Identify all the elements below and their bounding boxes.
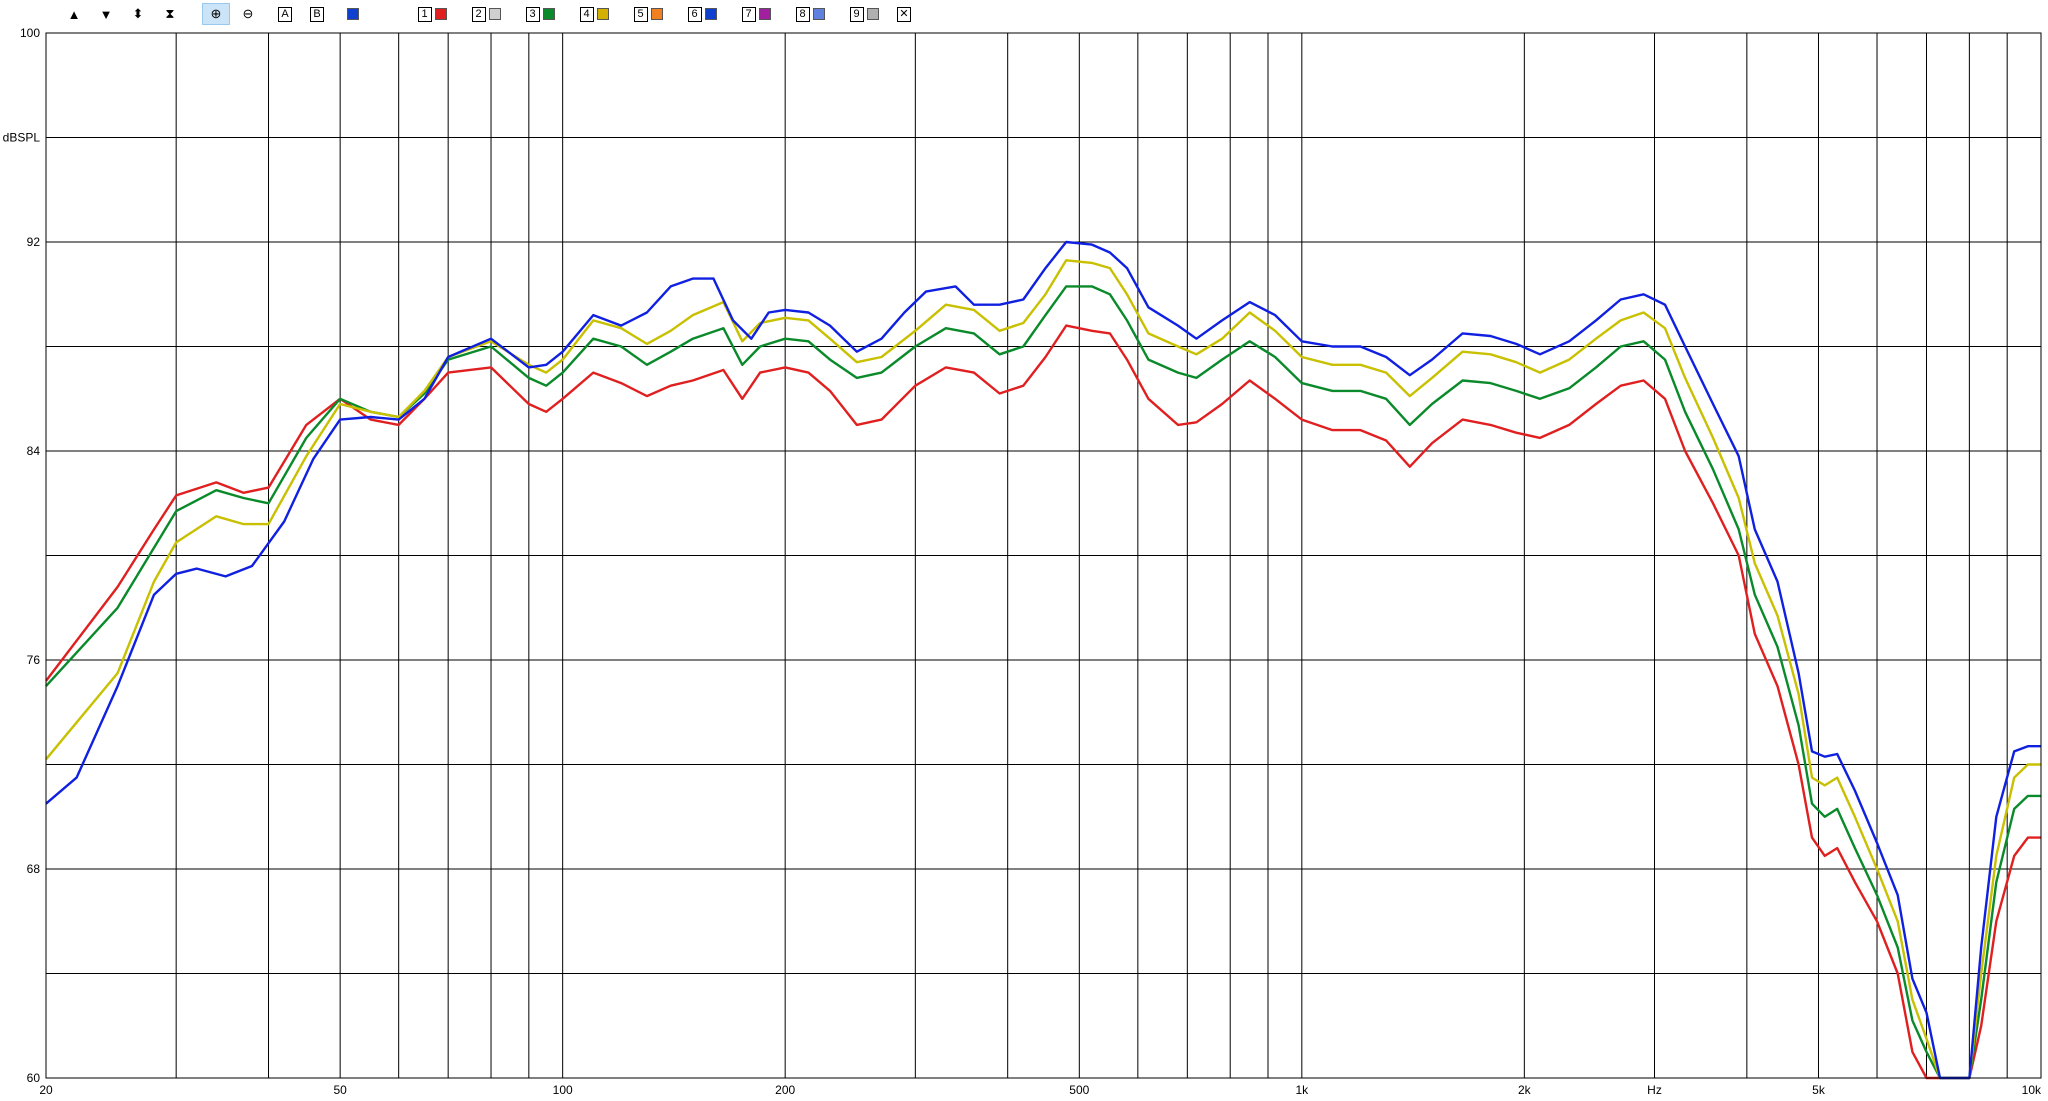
x-tick-label: 20	[39, 1083, 53, 1097]
series-line-1	[45, 324, 2041, 1080]
y-tick-label: 60	[27, 1071, 41, 1085]
y-tick-label: 92	[27, 235, 41, 249]
x-axis-title: Hz	[1647, 1083, 1662, 1097]
x-tick-label: 500	[1069, 1083, 1089, 1097]
x-tick-label: 200	[775, 1083, 795, 1097]
y-axis-labels: 100 92 84 76 68 60	[20, 26, 40, 1085]
y-tick-label: 76	[27, 653, 41, 667]
frequency-response-chart: 100 92 84 76 68 60 20 50 100 200 500 1k 2k 5k 10k dBS…	[3, 26, 2042, 1097]
x-tick-label: 2k	[1518, 1083, 1532, 1097]
x-axis-labels: 20 50 100 200 500 1k 2k 5k 10k	[39, 1083, 2042, 1097]
series-line-3	[45, 259, 2041, 1080]
y-tick-label: 68	[27, 862, 41, 876]
y-tick-label: 84	[27, 444, 41, 458]
y-axis-title: dBSPL	[3, 131, 41, 145]
x-tick-label: 100	[553, 1083, 573, 1097]
y-tick-label: 100	[20, 26, 40, 40]
x-tick-label: 10k	[2022, 1083, 2042, 1097]
x-tick-label: 50	[333, 1083, 347, 1097]
grid	[46, 33, 2041, 1078]
x-tick-label: 1k	[1295, 1083, 1309, 1097]
x-tick-label: 5k	[1812, 1083, 1826, 1097]
